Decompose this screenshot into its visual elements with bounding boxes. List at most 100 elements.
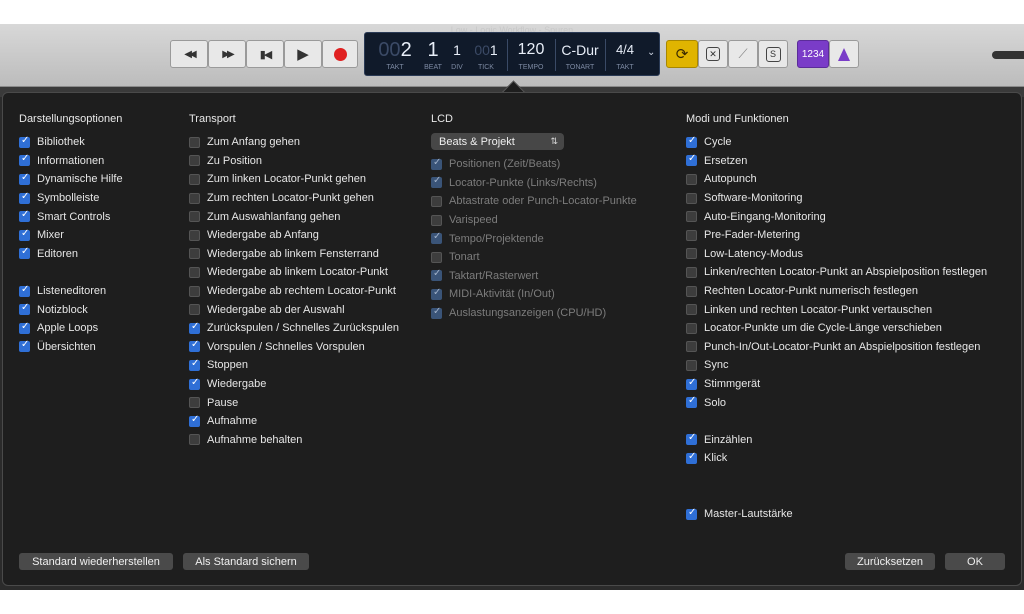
option-checkbox[interactable]	[19, 191, 30, 204]
option-item[interactable]: Rechten Locator-Punkt numerisch festlege…	[686, 282, 987, 301]
option-item[interactable]: Vorspulen / Schnelles Vorspulen	[189, 338, 399, 357]
option-item[interactable]: Stoppen	[189, 356, 399, 375]
option-item[interactable]: MIDI-Aktivität (In/Out)	[431, 285, 637, 304]
solo-button[interactable]: S	[758, 40, 788, 68]
option-item[interactable]: Zum rechten Locator-Punkt gehen	[189, 189, 399, 208]
tuner-button[interactable]: ⟋	[728, 40, 758, 68]
option-checkbox[interactable]	[19, 284, 30, 297]
option-item[interactable]: Dynamische Hilfe	[19, 170, 123, 189]
option-item[interactable]: Zu Position	[189, 152, 399, 171]
option-checkbox[interactable]	[686, 211, 697, 223]
reset-button[interactable]: Zurücksetzen	[845, 553, 935, 570]
option-checkbox[interactable]	[189, 321, 200, 334]
option-item[interactable]: Zurückspulen / Schnelles Zurückspulen	[189, 319, 399, 338]
option-item[interactable]: Notizblock	[19, 300, 123, 319]
cycle-button[interactable]: ⟳	[666, 40, 698, 68]
option-item[interactable]: Stimmgerät	[686, 375, 987, 394]
option-checkbox[interactable]	[686, 285, 697, 297]
option-checkbox[interactable]	[431, 231, 442, 245]
option-checkbox[interactable]	[189, 155, 200, 167]
lcd-tempo[interactable]: 120 TEMPO	[509, 37, 553, 72]
option-checkbox[interactable]	[686, 432, 697, 446]
option-item[interactable]: Abtastrate oder Punch-Locator-Punkte	[431, 192, 637, 211]
option-item[interactable]: Varispeed	[431, 211, 637, 230]
option-checkbox[interactable]	[686, 395, 697, 409]
option-checkbox[interactable]	[19, 246, 30, 260]
option-checkbox[interactable]	[189, 285, 200, 297]
option-item[interactable]: Low-Latency-Modus	[686, 245, 987, 264]
option-checkbox[interactable]	[431, 214, 442, 226]
rewind-button[interactable]: ◀◀	[170, 40, 208, 68]
option-item[interactable]: Sync	[686, 356, 987, 375]
option-item[interactable]: Ersetzen	[686, 152, 987, 171]
option-checkbox[interactable]	[686, 248, 697, 260]
option-checkbox[interactable]	[431, 306, 442, 319]
ok-button[interactable]: OK	[945, 553, 1005, 570]
option-checkbox[interactable]	[189, 339, 200, 353]
option-checkbox[interactable]	[686, 304, 697, 316]
option-item[interactable]: Wiedergabe ab Anfang	[189, 226, 399, 245]
option-item[interactable]: Übersichten	[19, 338, 123, 357]
count-in-button[interactable]: 1234	[797, 40, 829, 68]
lcd-menu-chevron-icon[interactable]: ⌄	[647, 47, 655, 58]
option-checkbox[interactable]	[189, 414, 200, 427]
lcd-taktart[interactable]: 4/4 TAKT	[607, 37, 643, 72]
record-button[interactable]	[322, 40, 358, 68]
option-checkbox[interactable]	[431, 268, 442, 282]
option-item[interactable]: Taktart/Rasterwert	[431, 267, 637, 286]
option-checkbox[interactable]	[19, 209, 30, 223]
option-checkbox[interactable]	[19, 321, 30, 334]
option-item[interactable]: Tonart	[431, 248, 637, 267]
option-item[interactable]: Listeneditoren	[19, 282, 123, 301]
option-item[interactable]: Linken/rechten Locator-Punkt an Abspielp…	[686, 263, 987, 282]
option-checkbox[interactable]	[686, 173, 697, 185]
option-checkbox[interactable]	[189, 211, 200, 223]
metronome-button[interactable]	[829, 40, 859, 68]
option-checkbox[interactable]	[686, 153, 697, 167]
option-item[interactable]: Wiedergabe	[189, 375, 399, 394]
option-checkbox[interactable]	[189, 266, 200, 278]
option-item[interactable]: Auto-Eingang-Monitoring	[686, 207, 987, 226]
option-item[interactable]: Autopunch	[686, 170, 987, 189]
option-item[interactable]: Auslastungsanzeigen (CPU/HD)	[431, 304, 637, 323]
option-checkbox[interactable]	[19, 339, 30, 353]
option-item[interactable]: Pre-Fader-Metering	[686, 226, 987, 245]
option-item[interactable]: Punch-In/Out-Locator-Punkt an Abspielpos…	[686, 338, 987, 357]
option-item[interactable]: Master-Lautstärke	[686, 505, 987, 524]
option-checkbox[interactable]	[19, 172, 30, 185]
option-item[interactable]: Zum linken Locator-Punkt gehen	[189, 170, 399, 189]
option-checkbox[interactable]	[431, 287, 442, 300]
option-checkbox[interactable]	[189, 397, 200, 409]
option-item[interactable]: Tempo/Projektende	[431, 229, 637, 248]
option-item[interactable]: Wiedergabe ab rechtem Locator-Punkt	[189, 282, 399, 301]
option-item[interactable]: Bibliothek	[19, 133, 123, 152]
option-item[interactable]: Linken und rechten Locator-Punkt vertaus…	[686, 300, 987, 319]
option-item[interactable]: Informationen	[19, 152, 123, 171]
restore-default-button[interactable]: Standard wiederherstellen	[19, 553, 173, 570]
option-checkbox[interactable]	[431, 195, 442, 207]
option-item[interactable]: Zum Auswahlanfang gehen	[189, 207, 399, 226]
option-checkbox[interactable]	[686, 322, 697, 334]
option-item[interactable]: Locator-Punkte (Links/Rechts)	[431, 174, 637, 193]
option-checkbox[interactable]	[189, 248, 200, 260]
option-item[interactable]: Locator-Punkte um die Cycle-Länge versch…	[686, 319, 987, 338]
option-checkbox[interactable]	[686, 135, 697, 148]
option-checkbox[interactable]	[189, 304, 200, 316]
option-checkbox[interactable]	[686, 359, 697, 371]
option-checkbox[interactable]	[686, 341, 697, 353]
option-checkbox[interactable]	[189, 173, 200, 185]
option-checkbox[interactable]	[19, 135, 30, 148]
option-checkbox[interactable]	[189, 192, 200, 204]
option-item[interactable]: Aufnahme	[189, 412, 399, 431]
option-checkbox[interactable]	[431, 157, 442, 170]
option-checkbox[interactable]	[189, 358, 200, 371]
option-item[interactable]: Positionen (Zeit/Beats)	[431, 155, 637, 174]
option-checkbox[interactable]	[19, 153, 30, 167]
option-item[interactable]: Klick	[686, 449, 987, 468]
lcd-tonart[interactable]: C-Dur TONART	[557, 37, 603, 72]
option-item[interactable]: Wiedergabe ab linkem Locator-Punkt	[189, 263, 399, 282]
option-item[interactable]: Einzählen	[686, 431, 987, 450]
option-checkbox[interactable]	[189, 377, 200, 390]
replace-button[interactable]: ✕	[698, 40, 728, 68]
option-checkbox[interactable]	[19, 228, 30, 241]
